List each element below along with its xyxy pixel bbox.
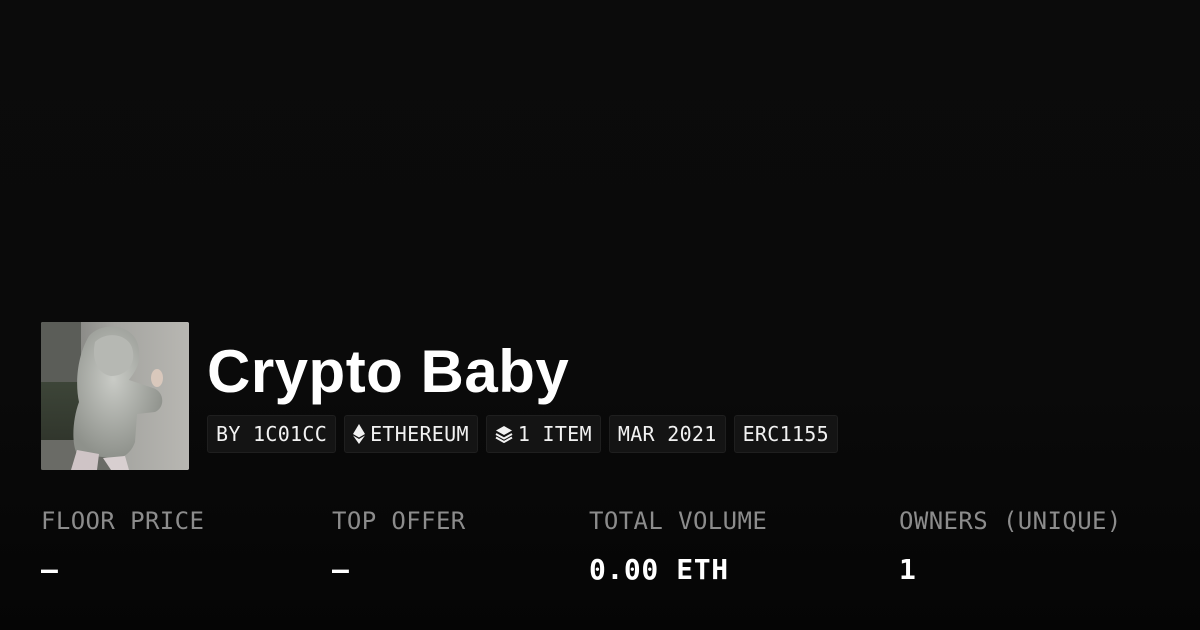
stat-top-offer: TOP OFFER – [332,505,466,587]
stat-total-volume-label: TOTAL VOLUME [589,507,768,535]
stat-owners-value: 1 [899,553,917,586]
creator-chip[interactable]: BY 1C01CC [207,415,337,453]
stat-top-offer-value: – [332,553,350,586]
standard-chip[interactable]: ERC1155 [733,415,838,453]
chain-chip[interactable]: ETHEREUM [344,415,478,453]
items-chip-label: 1 ITEM [517,422,592,446]
items-chip[interactable]: 1 ITEM [485,415,601,453]
standard-chip-label: ERC1155 [742,422,829,446]
stat-floor-price: FLOOR PRICE – [41,505,204,587]
stat-floor-price-value: – [41,553,59,586]
stat-owners: OWNERS (UNIQUE) 1 [899,505,1122,587]
creator-chip-label: BY 1C01CC [216,422,328,446]
collection-title: Crypto Baby [207,338,570,405]
stat-total-volume-value: 0.00 ETH [589,553,729,586]
collection-chips: BY 1C01CC ETHEREUM 1 ITEM MAR 2021 ERC11… [207,415,838,453]
collection-info: Crypto Baby BY 1C01CC ETHEREUM 1 ITEM MA… [207,322,838,453]
stat-total-volume: TOTAL VOLUME 0.00 ETH [589,505,767,587]
stat-owners-label: OWNERS (UNIQUE) [899,507,1122,535]
date-chip[interactable]: MAR 2021 [608,415,726,453]
chain-chip-label: ETHEREUM [370,422,469,446]
collection-avatar-image [41,322,189,470]
collection-header: Crypto Baby BY 1C01CC ETHEREUM 1 ITEM MA… [41,322,838,470]
collection-avatar[interactable] [41,322,189,470]
ethereum-icon [353,424,366,444]
layers-icon [495,425,513,443]
stat-floor-price-label: FLOOR PRICE [41,507,205,535]
date-chip-label: MAR 2021 [617,422,717,446]
stat-top-offer-label: TOP OFFER [332,507,466,535]
